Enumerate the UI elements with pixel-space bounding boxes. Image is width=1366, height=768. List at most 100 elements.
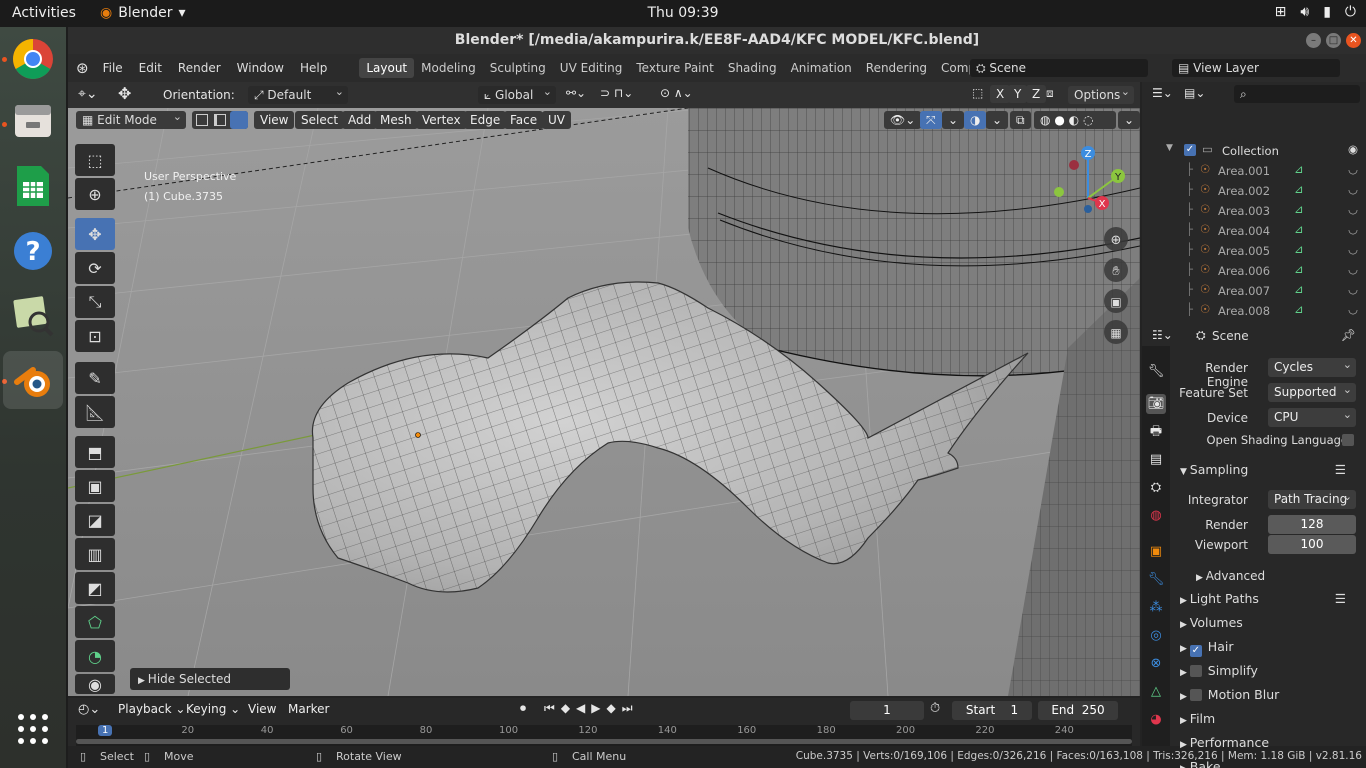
menu-edge[interactable]: Edge bbox=[464, 111, 507, 129]
panel-header[interactable]: ▶ Light Paths ☰ bbox=[1170, 588, 1366, 610]
sampling-panel-header[interactable]: ▼ Sampling ☰ bbox=[1170, 459, 1366, 481]
snap-icon[interactable]: ⊃ ⊓⌄ bbox=[600, 86, 633, 100]
outliner-item[interactable]: ├ ☉ Area.007 ⊿ ◡ bbox=[1142, 281, 1366, 301]
menu-mesh[interactable]: Mesh bbox=[374, 111, 418, 129]
timeline-scrollbar[interactable] bbox=[76, 739, 1132, 744]
loop-cut-tool[interactable]: ▥ bbox=[75, 538, 115, 570]
physics-tab-icon[interactable]: ◎ bbox=[1146, 626, 1166, 646]
properties-editor-icon[interactable]: ☷⌄ bbox=[1152, 328, 1173, 342]
tab-animation[interactable]: Animation bbox=[784, 58, 859, 78]
menu-file[interactable]: File bbox=[95, 61, 131, 75]
panel-header[interactable]: ▶ Motion Blur bbox=[1170, 684, 1366, 706]
axis-y-toggle[interactable]: Y bbox=[1008, 85, 1028, 103]
feature-set-dropdown[interactable]: Supported bbox=[1268, 380, 1356, 402]
mirror-icon[interactable]: ⬚ bbox=[972, 86, 983, 100]
current-frame-field[interactable]: 1 bbox=[850, 701, 924, 720]
outliner-item[interactable]: ├ ☉ Area.005 ⊿ ◡ bbox=[1142, 241, 1366, 261]
panel-header[interactable]: ▶ Volumes bbox=[1170, 612, 1366, 634]
outliner-item[interactable]: ├ ☉ Area.008 ⊿ ◡ bbox=[1142, 301, 1366, 321]
scene-tab-icon[interactable]: ⛭ bbox=[1146, 478, 1166, 498]
gizmo-toggle[interactable]: ⤧ bbox=[920, 111, 942, 129]
cursor-tool[interactable]: ⊕ bbox=[75, 178, 115, 210]
app-menu[interactable]: ◉ Blender ▾ bbox=[100, 5, 186, 21]
shading-modes[interactable]: ◍ ● ◐ ◌ bbox=[1034, 111, 1116, 129]
panel-header[interactable]: ▶ Film bbox=[1170, 708, 1366, 730]
particles-tab-icon[interactable]: ⁂ bbox=[1146, 598, 1166, 618]
panel-checkbox[interactable]: ✓ bbox=[1189, 645, 1202, 657]
panel-header[interactable]: ▶ Simplify bbox=[1170, 660, 1366, 682]
options-dropdown[interactable]: Options bbox=[1068, 83, 1134, 104]
maximize-button[interactable]: □ bbox=[1326, 33, 1341, 48]
extrude-tool[interactable]: ⬒ bbox=[75, 436, 115, 468]
rendered-shading-icon[interactable]: ◌ bbox=[1083, 113, 1093, 127]
menu-select[interactable]: Select bbox=[295, 111, 345, 129]
3d-viewport[interactable]: Z Y X ⊕ ✋︎ ▣ ▦ User Perspective (1) Cube… bbox=[68, 108, 1140, 696]
spin-tool[interactable]: ◔ bbox=[75, 640, 115, 672]
select-mode-toggles[interactable] bbox=[192, 111, 248, 129]
spreadsheet-icon[interactable] bbox=[9, 162, 57, 210]
transform-orientation-dropdown[interactable]: ⟀ Global bbox=[478, 83, 556, 104]
integrator-dropdown[interactable]: Path Tracing bbox=[1268, 487, 1356, 509]
viewport-samples-field[interactable]: 100 bbox=[1268, 535, 1356, 554]
proportional-editing-icon[interactable]: ⊙ ∧⌄ bbox=[660, 86, 693, 100]
tab-rendering[interactable]: Rendering bbox=[859, 58, 934, 78]
world-tab-icon[interactable]: ◍ bbox=[1146, 506, 1166, 526]
menu-view-timeline[interactable]: View bbox=[242, 700, 282, 719]
device-dropdown[interactable]: CPU bbox=[1268, 405, 1356, 427]
material-shading-icon[interactable]: ◐ bbox=[1069, 113, 1079, 127]
modifier-tab-icon[interactable]: 🔧︎ bbox=[1146, 570, 1166, 590]
panel-header[interactable]: ▶ Performance bbox=[1170, 732, 1366, 754]
face-select-icon[interactable] bbox=[230, 111, 248, 129]
eye-icon[interactable]: ◡ bbox=[1348, 222, 1358, 236]
material-tab-icon[interactable]: ◕ bbox=[1146, 710, 1166, 730]
minimize-button[interactable]: – bbox=[1306, 33, 1321, 48]
system-tray[interactable]: ⊞ 🔊︎ ▮ ⏻ bbox=[1275, 4, 1356, 20]
clock[interactable]: Thu 09:39 bbox=[0, 5, 1366, 21]
solid-shading-icon[interactable]: ● bbox=[1054, 113, 1064, 127]
menu-render[interactable]: Render bbox=[170, 61, 229, 75]
panel-checkbox[interactable] bbox=[1189, 689, 1202, 701]
eye-icon[interactable]: ◡ bbox=[1348, 262, 1358, 276]
editor-type-icon[interactable]: ◴⌄ bbox=[78, 702, 100, 717]
expand-icon[interactable]: ▼ bbox=[1166, 143, 1173, 153]
menu-uv[interactable]: UV bbox=[542, 111, 571, 129]
blender-logo-icon[interactable]: ⊛ bbox=[68, 59, 95, 77]
close-button[interactable]: ✕ bbox=[1346, 33, 1361, 48]
menu-help[interactable]: Help bbox=[292, 61, 335, 75]
show-apps-icon[interactable] bbox=[9, 705, 57, 753]
tab-uv-editing[interactable]: UV Editing bbox=[553, 58, 630, 78]
presets-icon[interactable]: ☰ bbox=[1335, 588, 1346, 610]
menu-edit[interactable]: Edit bbox=[131, 61, 170, 75]
play-icon[interactable]: ▶ bbox=[591, 701, 606, 715]
render-tab-icon[interactable]: 📷︎ bbox=[1146, 394, 1166, 414]
rotate-tool[interactable]: ⟳ bbox=[75, 252, 115, 284]
annotate-tool[interactable]: ✎ bbox=[75, 362, 115, 394]
eye-icon[interactable]: ◡ bbox=[1348, 202, 1358, 216]
start-frame-field[interactable]: Start 1 bbox=[952, 701, 1032, 720]
outliner-item[interactable]: ├ ☉ Area.003 ⊿ ◡ bbox=[1142, 201, 1366, 221]
presets-icon[interactable]: ☰ bbox=[1335, 459, 1346, 481]
panel-header[interactable]: ▶ ✓ Hair bbox=[1170, 636, 1366, 658]
tab-texture-paint[interactable]: Texture Paint bbox=[629, 58, 720, 78]
panel-checkbox[interactable] bbox=[1189, 665, 1202, 677]
axis-z-toggle[interactable]: Z bbox=[1026, 85, 1047, 103]
files-icon[interactable] bbox=[9, 97, 57, 145]
record-button[interactable]: ⏺ bbox=[520, 701, 526, 716]
smooth-tool[interactable]: ◉ bbox=[75, 674, 115, 694]
wireframe-shading-icon[interactable]: ◍ bbox=[1040, 113, 1050, 127]
orientation-dropdown[interactable]: ⤢ Default bbox=[248, 83, 348, 104]
scene-selector[interactable]: ⛭ Scene bbox=[970, 59, 1148, 77]
menu-marker[interactable]: Marker bbox=[282, 700, 335, 719]
pin-icon[interactable]: 📌︎ bbox=[1341, 328, 1356, 342]
eye-icon[interactable]: ◉ bbox=[1348, 142, 1358, 156]
eye-icon[interactable]: ◡ bbox=[1348, 302, 1358, 316]
menu-view[interactable]: View bbox=[254, 111, 295, 129]
timeline-ruler[interactable]: 1 20 40 60 80 100 120 140 160 180 200 220 240 bbox=[76, 725, 1132, 746]
eye-icon[interactable]: ◡ bbox=[1348, 162, 1358, 176]
eye-icon[interactable]: ◡ bbox=[1348, 282, 1358, 296]
tool-settings-icon[interactable]: ⌖⌄ bbox=[78, 86, 98, 102]
constraints-tab-icon[interactable]: ⊗ bbox=[1146, 654, 1166, 674]
outliner-item[interactable]: ├ ☉ Area.001 ⊿ ◡ bbox=[1142, 161, 1366, 181]
outliner-item[interactable]: ├ ☉ Area.006 ⊿ ◡ bbox=[1142, 261, 1366, 281]
measure-tool[interactable]: 📐︎ bbox=[75, 396, 115, 428]
